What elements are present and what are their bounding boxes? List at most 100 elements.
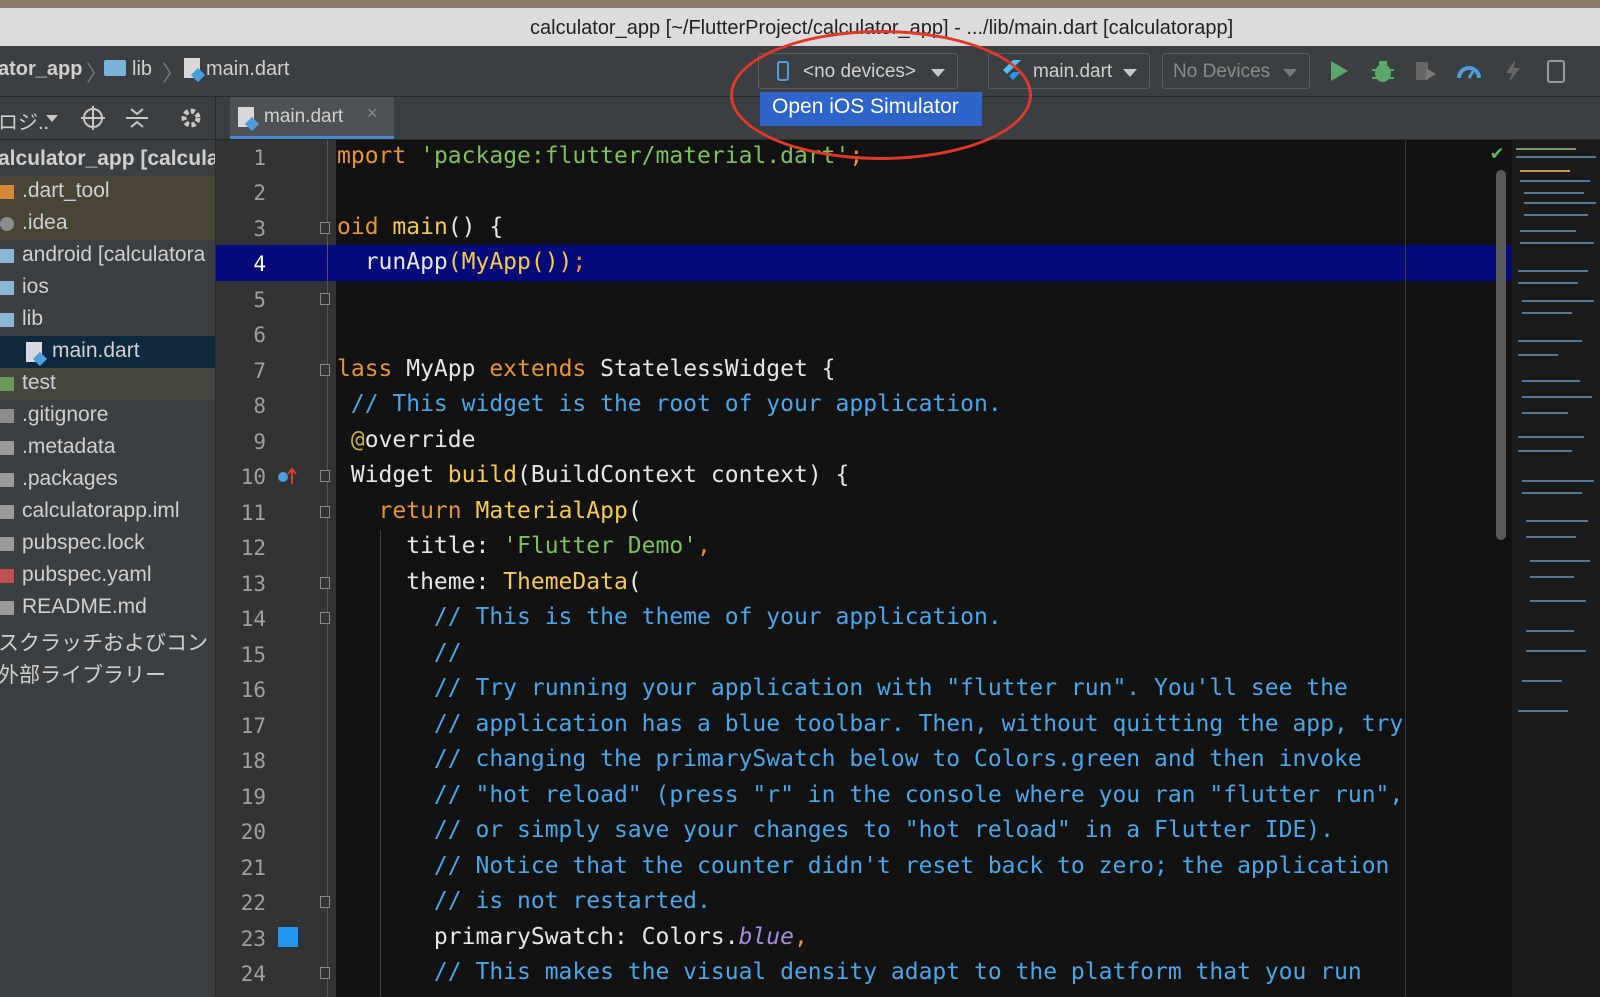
locate-icon[interactable] xyxy=(80,105,106,131)
minimap-line xyxy=(1516,148,1576,150)
breadcrumb-separator: 〉 xyxy=(162,61,185,86)
fold-marker[interactable] xyxy=(320,577,330,589)
coverage-icon[interactable] xyxy=(1412,58,1438,84)
fold-marker[interactable] xyxy=(320,896,330,908)
flutter-icon xyxy=(1003,60,1021,80)
run-config-label: main.dart xyxy=(1033,61,1113,82)
tree-item-iml[interactable]: calculatorapp.iml xyxy=(0,496,215,528)
minimap-line xyxy=(1518,450,1572,452)
line-number: 17 xyxy=(240,714,266,738)
minimap-line xyxy=(1524,192,1584,194)
module-folder-icon xyxy=(0,249,14,263)
minimap-line xyxy=(1522,412,1568,414)
line-number: 18 xyxy=(240,749,266,773)
code-token: 'Flutter Demo' xyxy=(503,533,698,559)
code-token: lass xyxy=(337,356,393,382)
code-token: extends xyxy=(489,356,587,382)
code-token: main xyxy=(392,214,448,240)
code-line-8: // This widget is the root of your appli… xyxy=(337,391,1002,417)
run-configuration-selector[interactable]: main.dart xyxy=(988,53,1150,89)
project-view-toolbar: ロジ.. xyxy=(0,97,215,140)
tree-item-readme[interactable]: README.md xyxy=(0,592,215,624)
tree-item-label: .gitignore xyxy=(22,403,109,426)
fold-marker[interactable] xyxy=(320,967,330,979)
minimap-line xyxy=(1530,560,1590,562)
tree-item-label: .idea xyxy=(22,211,68,234)
minimap-line xyxy=(1526,650,1586,652)
debug-icon[interactable] xyxy=(1370,58,1396,84)
line-number: 5 xyxy=(253,288,266,312)
open-ios-simulator-menu-item[interactable]: Open iOS Simulator xyxy=(760,92,982,126)
tree-item-idea[interactable]: .idea xyxy=(0,208,215,240)
minimap-line xyxy=(1522,680,1562,682)
tree-item-label: .dart_tool xyxy=(22,179,110,202)
code-editor[interactable]: 1 2 3 4 5 6 7 8 9 10 11 12 13 14 15 16 1… xyxy=(216,140,1600,997)
code-token: oid xyxy=(337,214,379,240)
fold-marker[interactable] xyxy=(320,506,330,518)
tree-item-pubspec-lock[interactable]: pubspec.lock xyxy=(0,528,215,560)
chevron-down-icon xyxy=(931,69,945,77)
inspection-ok-icon[interactable]: ✔ xyxy=(1491,140,1503,164)
run-icon[interactable] xyxy=(1326,58,1352,84)
module-file-icon xyxy=(0,505,14,519)
hot-reload-icon[interactable] xyxy=(1500,58,1526,84)
tree-item-pubspec-yaml[interactable]: pubspec.yaml xyxy=(0,560,215,592)
minimap-line xyxy=(1522,492,1582,494)
breadcrumb-project[interactable]: ator_app xyxy=(0,58,82,81)
gear-icon[interactable] xyxy=(178,105,204,131)
devices-combo[interactable]: No Devices xyxy=(1162,53,1310,89)
tree-item-lib[interactable]: lib xyxy=(0,304,215,336)
tree-item-main-dart[interactable]: main.dart xyxy=(0,336,215,368)
code-token: ; xyxy=(572,249,587,275)
vertical-scrollbar[interactable] xyxy=(1496,170,1506,540)
breadcrumb-file[interactable]: main.dart xyxy=(184,58,289,81)
minimap-line xyxy=(1518,354,1558,356)
code-minimap[interactable] xyxy=(1512,140,1600,997)
fold-marker[interactable] xyxy=(320,470,330,482)
override-marker-icon[interactable] xyxy=(276,466,298,488)
tree-item-metadata[interactable]: .metadata xyxy=(0,432,215,464)
project-view-dropdown[interactable]: ロジ.. xyxy=(0,106,49,135)
profiler-icon[interactable] xyxy=(1456,58,1482,84)
collapse-all-icon[interactable] xyxy=(124,105,150,131)
navigation-bar: ator_app 〉 lib 〉 main.dart <no devices> … xyxy=(0,46,1600,97)
code-line-18: // changing the primarySwatch below to C… xyxy=(337,746,1362,772)
tree-item-ios[interactable]: ios xyxy=(0,272,215,304)
fold-marker[interactable] xyxy=(320,293,330,305)
ignore-file-icon xyxy=(0,409,14,423)
chevron-down-icon xyxy=(1123,69,1137,77)
minimap-line xyxy=(1522,312,1572,314)
code-line-10: Widget build(BuildContext context) { xyxy=(337,462,850,488)
code-line-16: // Try running your application with "fl… xyxy=(337,675,1348,701)
line-number: 12 xyxy=(240,536,266,560)
minimap-line xyxy=(1518,282,1578,284)
line-number: 19 xyxy=(240,785,266,809)
close-icon[interactable]: × xyxy=(367,103,378,124)
tree-item-android[interactable]: android [calculatora xyxy=(0,240,215,272)
line-number: 13 xyxy=(240,572,266,596)
tab-main-dart[interactable]: main.dart × xyxy=(230,97,394,139)
code-token: mport xyxy=(337,143,407,169)
tree-item-packages[interactable]: .packages xyxy=(0,464,215,496)
minimap-line xyxy=(1524,202,1596,204)
breadcrumb-lib-label: lib xyxy=(132,58,153,80)
device-selector[interactable]: <no devices> xyxy=(758,53,958,89)
code-token: 'package:flutter/material.dart' xyxy=(420,143,850,169)
tree-item-dart-tool[interactable]: .dart_tool xyxy=(0,176,215,208)
color-swatch-icon[interactable] xyxy=(278,927,298,947)
tree-item-project-root[interactable]: alculator_app [calcula xyxy=(0,144,215,176)
tree-item-gitignore[interactable]: .gitignore xyxy=(0,400,215,432)
breadcrumb-lib[interactable]: lib xyxy=(104,58,152,81)
minimap-line xyxy=(1520,242,1594,244)
tree-item-test[interactable]: test xyxy=(0,368,215,400)
code-line-11: return MaterialApp( xyxy=(378,498,642,524)
tree-item-external-libraries[interactable]: 外部ライブラリー xyxy=(0,656,215,688)
minimap-line xyxy=(1516,156,1596,158)
fold-marker[interactable] xyxy=(320,222,330,234)
device-manager-icon[interactable] xyxy=(1544,58,1570,84)
fold-marker[interactable] xyxy=(320,364,330,376)
tree-item-scratches[interactable]: スクラッチおよびコン xyxy=(0,624,215,656)
fold-marker[interactable] xyxy=(320,612,330,624)
minimap-line xyxy=(1518,436,1584,438)
code-token: ThemeData xyxy=(503,569,628,595)
